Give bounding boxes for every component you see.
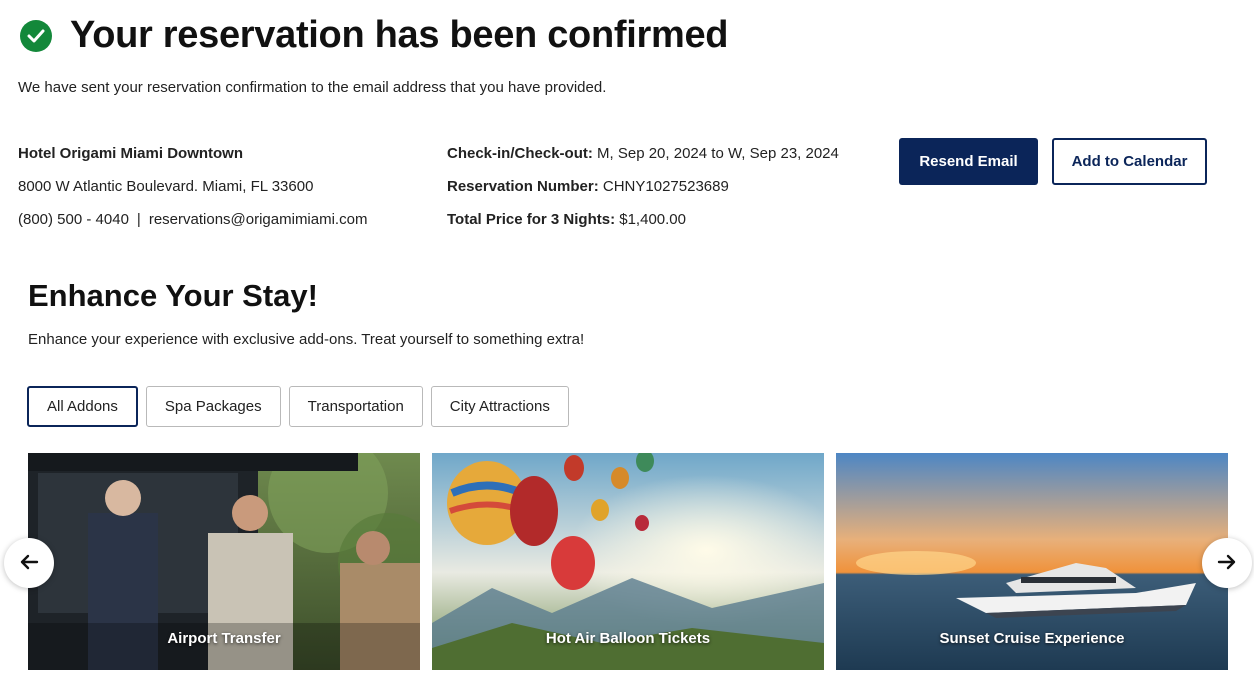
arrow-right-icon (1217, 554, 1237, 573)
hotel-contact: (800) 500 - 4040 | reservations@origamimia… (18, 203, 367, 236)
confirmation-subtitle: We have sent your reservation confirmati… (18, 79, 607, 96)
enhance-section-description: Enhance your experience with exclusive a… (28, 331, 585, 348)
resend-email-button[interactable]: Resend Email (899, 138, 1038, 185)
checkin-checkout-value: M, Sep 20, 2024 to W, Sep 23, 2024 (597, 145, 839, 162)
page-title: Your reservation has been confirmed (70, 14, 729, 56)
checkin-checkout-label: Check-in/Check-out: (447, 145, 593, 162)
addon-carousel: Airport Transfer Hot Air Balloon Tickets… (28, 453, 1240, 670)
hotel-info: Hotel Origami Miami Downtown 8000 W Atla… (18, 137, 367, 236)
filter-spa-packages[interactable]: Spa Packages (145, 386, 281, 427)
check-circle-icon (20, 19, 52, 52)
arrow-left-icon (19, 554, 39, 573)
addon-card-title: Airport Transfer (167, 630, 281, 647)
addon-card-title: Sunset Cruise Experience (939, 630, 1125, 647)
hotel-email: reservations@origamimiami.com (148, 211, 368, 228)
hotel-address: 8000 W Atlantic Boulevard. Miami, FL 336… (18, 178, 314, 195)
reservation-info: Check-in/Check-out: M, Sep 20, 2024 to W… (447, 137, 839, 236)
reservation-number-value: CHNY1027523689 (602, 178, 729, 195)
hotel-name: Hotel Origami Miami Downtown (18, 145, 244, 162)
carousel-next-button[interactable] (1202, 538, 1252, 588)
addon-card-airport-transfer[interactable]: Airport Transfer (28, 453, 420, 670)
filter-city-attractions[interactable]: City Attractions (430, 386, 569, 427)
reservation-number-label: Reservation Number: (447, 178, 599, 195)
checkin-checkout-row: Check-in/Check-out: M, Sep 20, 2024 to W… (447, 137, 839, 170)
addon-card-hot-air-balloon[interactable]: Hot Air Balloon Tickets (432, 453, 824, 670)
add-to-calendar-button[interactable]: Add to Calendar (1052, 138, 1207, 185)
hotel-phone: (800) 500 - 4040 (18, 211, 129, 228)
contact-separator: | (136, 211, 141, 228)
filter-transportation[interactable]: Transportation (288, 386, 423, 427)
addon-card-title: Hot Air Balloon Tickets (545, 630, 711, 647)
filter-all-addons[interactable]: All Addons (27, 386, 138, 427)
addon-card-sunset-cruise[interactable]: Sunset Cruise Experience (836, 453, 1228, 670)
reservation-number-row: Reservation Number: CHNY1027523689 (447, 170, 839, 203)
addon-filter-tabs: All Addons Spa Packages Transportation C… (27, 386, 577, 427)
confirmation-header: Your reservation has been confirmed (20, 14, 729, 57)
total-price-row: Total Price for 3 Nights: $1,400.00 (447, 203, 839, 236)
total-price-label: Total Price for 3 Nights: (447, 211, 616, 228)
carousel-prev-button[interactable] (4, 538, 54, 588)
enhance-section-title: Enhance Your Stay! (28, 278, 318, 313)
total-price-value: $1,400.00 (619, 211, 686, 228)
